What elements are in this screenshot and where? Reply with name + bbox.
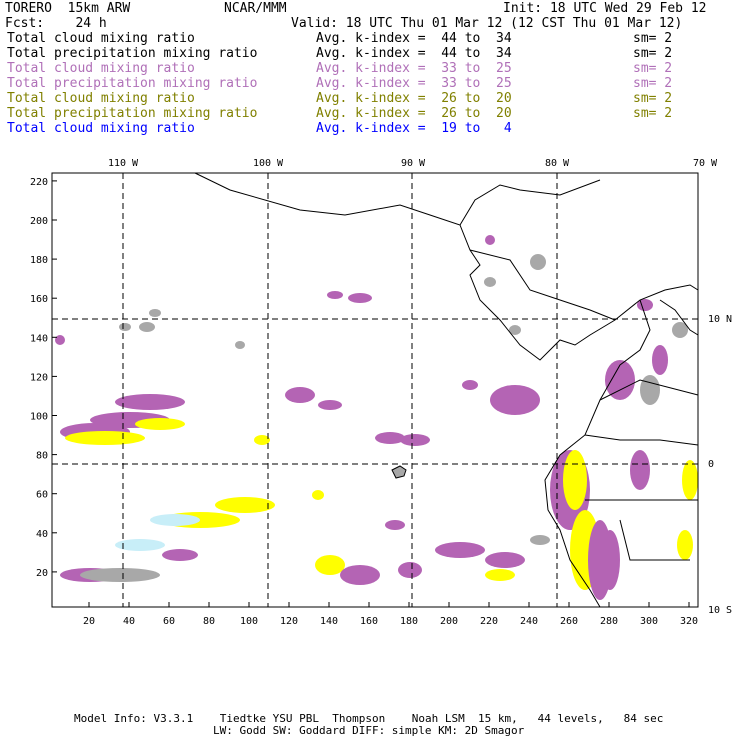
x-tick-label: 200 [440, 616, 458, 627]
yellow-cloud-area [563, 450, 587, 510]
map-plot: 20 40 60 80 100 120 140 160 180 200 220 240 260 280 30… [30, 158, 732, 627]
x-tick-label: 260 [560, 616, 578, 627]
x-tick-label: 160 [360, 616, 378, 627]
purple-cloud-area [318, 400, 342, 410]
purple-cloud-area [327, 291, 343, 299]
yellow-cloud-area [215, 497, 275, 513]
gray-cloud-area [484, 277, 496, 287]
purple-cloud-area [490, 385, 540, 415]
y-tick-label: 40 [36, 529, 48, 540]
yellow-cloud-area [315, 555, 345, 575]
gray-cloud-area [80, 568, 160, 582]
x-tick-label: 140 [320, 616, 338, 627]
yellow-cloud-area [312, 490, 324, 500]
gray-cloud-area [119, 323, 131, 331]
purple-cloud-area [348, 293, 372, 303]
cyan-cloud-area [150, 514, 200, 526]
latitude-label: 0 [708, 459, 714, 470]
purple-cloud-area [375, 432, 405, 444]
purple-cloud-area [652, 345, 668, 375]
x-tick-label: 300 [640, 616, 658, 627]
y-tick-label: 60 [36, 490, 48, 501]
purple-cloud-area [340, 565, 380, 585]
gray-cloud-area [139, 322, 155, 332]
longitude-label: 90 W [401, 158, 426, 169]
gray-cloud-area [235, 341, 245, 349]
coastline [459, 179, 601, 226]
x-tick-label: 120 [280, 616, 298, 627]
purple-cloud-area [398, 562, 422, 578]
yellow-cloud-area [135, 418, 185, 430]
longitude-label: 70 W [693, 158, 718, 169]
y-tick-label: 160 [30, 294, 48, 305]
gray-cloud-area [530, 535, 550, 545]
latitude-label: 10 S [708, 605, 732, 616]
yellow-cloud-area [485, 569, 515, 581]
coastline [584, 434, 699, 446]
purple-cloud-area [435, 542, 485, 558]
x-tick-label: 40 [123, 616, 135, 627]
y-tick-label: 20 [36, 568, 48, 579]
purple-cloud-area [285, 387, 315, 403]
longitude-label: 80 W [545, 158, 570, 169]
x-tick-label: 220 [480, 616, 498, 627]
y-tick-label: 100 [30, 412, 48, 423]
x-tick-label: 320 [680, 616, 698, 627]
purple-cloud-area [55, 335, 65, 345]
y-tick-label: 200 [30, 216, 48, 227]
footer-physics: LW: Godd SW: Goddard DIFF: simple KM: 2D… [213, 724, 525, 737]
yellow-cloud-area [65, 431, 145, 445]
galapagos-islands [391, 465, 407, 479]
purple-cloud-area [462, 380, 478, 390]
yellow-cloud-area [677, 530, 693, 560]
x-tick-label: 20 [83, 616, 95, 627]
y-tick-label: 220 [30, 177, 48, 188]
y-tick-label: 120 [30, 372, 48, 383]
purple-cloud-area [485, 235, 495, 245]
purple-cloud-area [162, 549, 198, 561]
yellow-cloud-area [682, 460, 698, 500]
gray-cloud-area [530, 254, 546, 270]
x-tick-label: 240 [520, 616, 538, 627]
purple-cloud-area [385, 520, 405, 530]
x-tick-label: 100 [240, 616, 258, 627]
coastline [194, 172, 699, 361]
y-tick-label: 80 [36, 451, 48, 462]
y-tick-label: 180 [30, 255, 48, 266]
purple-cloud-area [600, 530, 620, 590]
latitude-label: 10 N [708, 314, 732, 325]
purple-cloud-area [485, 552, 525, 568]
purple-cloud-area [630, 450, 650, 490]
purple-cloud-area [400, 434, 430, 446]
purple-cloud-area [115, 394, 185, 410]
longitude-label: 100 W [253, 158, 284, 169]
gray-cloud-area [640, 375, 660, 405]
x-tick-label: 180 [400, 616, 418, 627]
y-tick-label: 140 [30, 333, 48, 344]
x-tick-label: 280 [600, 616, 618, 627]
longitude-label: 110 W [108, 158, 139, 169]
x-tick-label: 60 [163, 616, 175, 627]
gray-cloud-area [149, 309, 161, 317]
x-tick-label: 80 [203, 616, 215, 627]
